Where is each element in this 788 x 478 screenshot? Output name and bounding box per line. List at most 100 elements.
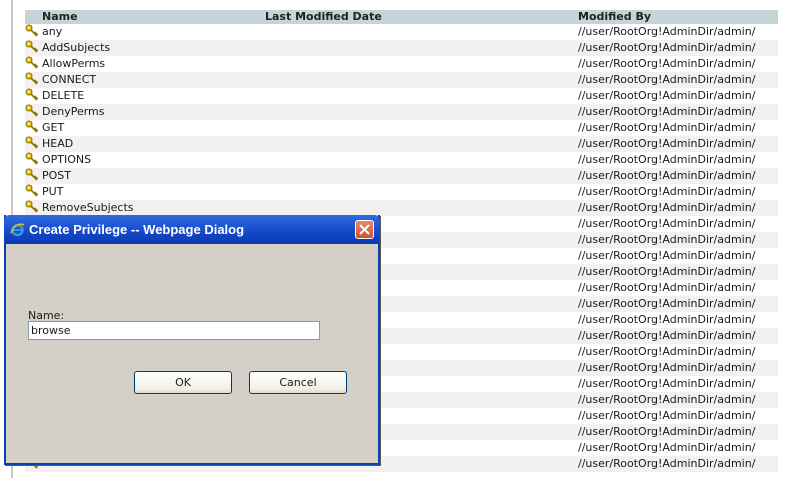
close-icon — [359, 224, 370, 235]
column-header-name[interactable]: Name — [25, 10, 265, 24]
table-row[interactable]: AddSubjects //user/RootOrg!AdminDir/admin… — [25, 40, 778, 56]
modified-by-cell: //user/RootOrg!AdminDir/admin/ — [578, 360, 778, 376]
table-row[interactable]: HEAD //user/RootOrg!AdminDir/admin/ — [25, 136, 778, 152]
privilege-name-link[interactable]: PUT — [42, 185, 63, 198]
modified-by-cell: //user/RootOrg!AdminDir/admin/ — [578, 424, 778, 440]
privilege-name-cell: CONNECT — [25, 72, 265, 88]
table-row[interactable]: CONNECT //user/RootOrg!AdminDir/admin/ — [25, 72, 778, 88]
privilege-name-link[interactable]: any — [42, 25, 62, 38]
dialog-body: Name: OK Cancel — [6, 244, 378, 463]
privilege-name-link[interactable]: AllowPerms — [42, 57, 105, 70]
column-header-modified-by[interactable]: Modified By — [578, 10, 778, 24]
privilege-name-cell: POST — [25, 168, 265, 184]
last-modified-cell — [265, 136, 578, 152]
privilege-name-cell: PUT — [25, 184, 265, 200]
table-header-row: Name Last Modified Date Modified By — [25, 10, 778, 24]
modified-by-cell: //user/RootOrg!AdminDir/admin/ — [578, 392, 778, 408]
privilege-name-link[interactable]: HEAD — [42, 137, 73, 150]
table-row[interactable]: OPTIONS //user/RootOrg!AdminDir/admin/ — [25, 152, 778, 168]
key-icon — [25, 88, 39, 102]
last-modified-cell — [265, 120, 578, 136]
privilege-name-link[interactable]: AddSubjects — [42, 41, 110, 54]
modified-by-cell: //user/RootOrg!AdminDir/admin/ — [578, 56, 778, 72]
dialog-titlebar[interactable]: Create Privilege -- Webpage Dialog — [4, 215, 380, 244]
privilege-name-cell: GET — [25, 120, 265, 136]
key-icon — [25, 72, 39, 86]
key-icon — [25, 24, 39, 38]
last-modified-cell — [265, 168, 578, 184]
cancel-button[interactable]: Cancel — [249, 371, 347, 394]
key-icon — [25, 56, 39, 70]
privilege-name-link[interactable]: GET — [42, 121, 64, 134]
privilege-name-cell: HEAD — [25, 136, 265, 152]
key-icon — [25, 104, 39, 118]
modified-by-cell: //user/RootOrg!AdminDir/admin/ — [578, 264, 778, 280]
table-row[interactable]: RemoveSubjects //user/RootOrg!AdminDir/ad… — [25, 200, 778, 216]
last-modified-cell — [265, 104, 578, 120]
privilege-name-link[interactable]: POST — [42, 169, 71, 182]
table-row[interactable]: GET //user/RootOrg!AdminDir/admin/ — [25, 120, 778, 136]
modified-by-cell: //user/RootOrg!AdminDir/admin/ — [578, 152, 778, 168]
privilege-name-link[interactable]: OPTIONS — [42, 153, 91, 166]
key-icon — [25, 120, 39, 134]
last-modified-cell — [265, 72, 578, 88]
key-icon — [25, 136, 39, 150]
dialog-title: Create Privilege -- Webpage Dialog — [29, 222, 245, 237]
privilege-name-link[interactable]: CONNECT — [42, 73, 96, 86]
privilege-name-cell: RemoveSubjects — [25, 200, 265, 216]
privilege-name-cell: OPTIONS — [25, 152, 265, 168]
modified-by-cell: //user/RootOrg!AdminDir/admin/ — [578, 40, 778, 56]
modified-by-cell: //user/RootOrg!AdminDir/admin/ — [578, 184, 778, 200]
create-privilege-dialog: Create Privilege -- Webpage Dialog Name:… — [4, 215, 380, 465]
table-row[interactable]: DELETE //user/RootOrg!AdminDir/admin/ — [25, 88, 778, 104]
modified-by-cell: //user/RootOrg!AdminDir/admin/ — [578, 296, 778, 312]
last-modified-cell — [265, 152, 578, 168]
modified-by-cell: //user/RootOrg!AdminDir/admin/ — [578, 120, 778, 136]
privilege-name-cell: DELETE — [25, 88, 265, 104]
modified-by-cell: //user/RootOrg!AdminDir/admin/ — [578, 24, 778, 40]
ok-button[interactable]: OK — [134, 371, 232, 394]
table-row[interactable]: AllowPerms //user/RootOrg!AdminDir/admin/ — [25, 56, 778, 72]
close-button[interactable] — [355, 220, 374, 239]
key-icon — [25, 200, 39, 214]
modified-by-cell: //user/RootOrg!AdminDir/admin/ — [578, 408, 778, 424]
last-modified-cell — [265, 200, 578, 216]
key-icon — [25, 152, 39, 166]
modified-by-cell: //user/RootOrg!AdminDir/admin/ — [578, 104, 778, 120]
privilege-name-cell: AllowPerms — [25, 56, 265, 72]
privilege-name-link[interactable]: DenyPerms — [42, 105, 105, 118]
table-row[interactable]: DenyPerms //user/RootOrg!AdminDir/admin/ — [25, 104, 778, 120]
last-modified-cell — [265, 88, 578, 104]
modified-by-cell: //user/RootOrg!AdminDir/admin/ — [578, 232, 778, 248]
modified-by-cell: //user/RootOrg!AdminDir/admin/ — [578, 72, 778, 88]
table-row[interactable]: POST //user/RootOrg!AdminDir/admin/ — [25, 168, 778, 184]
modified-by-cell: //user/RootOrg!AdminDir/admin/ — [578, 344, 778, 360]
last-modified-cell — [265, 24, 578, 40]
modified-by-cell: //user/RootOrg!AdminDir/admin/ — [578, 248, 778, 264]
modified-by-cell: //user/RootOrg!AdminDir/admin/ — [578, 280, 778, 296]
key-icon — [25, 168, 39, 182]
key-icon — [25, 40, 39, 54]
privilege-name-cell: DenyPerms — [25, 104, 265, 120]
privilege-name-cell: any — [25, 24, 265, 40]
column-header-last-modified[interactable]: Last Modified Date — [265, 10, 578, 24]
modified-by-cell: //user/RootOrg!AdminDir/admin/ — [578, 88, 778, 104]
key-icon — [25, 184, 39, 198]
modified-by-cell: //user/RootOrg!AdminDir/admin/ — [578, 312, 778, 328]
last-modified-cell — [265, 56, 578, 72]
last-modified-cell — [265, 40, 578, 56]
modified-by-cell: //user/RootOrg!AdminDir/admin/ — [578, 136, 778, 152]
privilege-name-link[interactable]: RemoveSubjects — [42, 201, 134, 214]
last-modified-cell — [265, 184, 578, 200]
modified-by-cell: //user/RootOrg!AdminDir/admin/ — [578, 168, 778, 184]
name-input[interactable] — [28, 321, 320, 340]
privilege-name-cell: AddSubjects — [25, 40, 265, 56]
modified-by-cell: //user/RootOrg!AdminDir/admin/ — [578, 328, 778, 344]
table-row[interactable]: PUT //user/RootOrg!AdminDir/admin/ — [25, 184, 778, 200]
modified-by-cell: //user/RootOrg!AdminDir/admin/ — [578, 456, 778, 472]
privilege-name-link[interactable]: DELETE — [42, 89, 84, 102]
table-row[interactable]: any //user/RootOrg!AdminDir/admin/ — [25, 24, 778, 40]
modified-by-cell: //user/RootOrg!AdminDir/admin/ — [578, 200, 778, 216]
modified-by-cell: //user/RootOrg!AdminDir/admin/ — [578, 440, 778, 456]
modified-by-cell: //user/RootOrg!AdminDir/admin/ — [578, 376, 778, 392]
